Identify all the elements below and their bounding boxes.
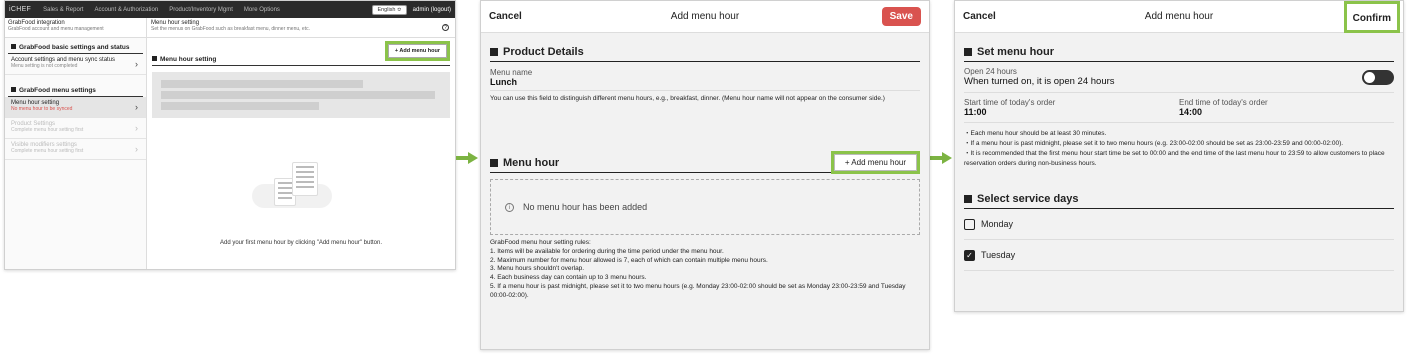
sidebar-item-menu-hour[interactable]: Menu hour setting No menu hour to be syn… [5,97,146,118]
checkbox-unchecked-icon[interactable] [964,218,975,230]
sidebar-item-product-settings[interactable]: Product Settings Complete menu hour sett… [5,118,146,139]
end-time-label: End time of today's order [1179,98,1268,107]
sidebar: GrabFood basic settings and status Accou… [5,38,147,269]
sidebar-item-status: No menu hour to be synced [11,106,73,112]
rule-item: 4. Each business day can contain up to 3… [490,274,647,282]
empty-menu-hour-box: i No menu hour has been added [490,179,920,235]
chevron-right-icon: › [135,102,138,112]
flow-arrow-icon [456,152,478,164]
user-logout-link[interactable]: admin (logout) [413,7,451,13]
product-details-section: Product Details Menu name Lunch You can … [490,46,920,103]
chevron-right-icon: › [135,59,138,69]
start-time-label: Start time of today's order [964,98,1056,107]
end-time-value[interactable]: 14:00 [1179,107,1394,117]
confirm-button[interactable]: Confirm [1343,1,1400,33]
info-icon: i [505,202,514,212]
add-menu-hour-label: + Add menu hour [387,44,447,58]
day-option-tuesday[interactable]: ✓ Tuesday [964,240,1394,272]
nav-account-authorization[interactable]: Account & Authorization [94,7,158,13]
checkbox-checked-icon[interactable]: ✓ [964,249,975,261]
sidebar-section-basic: GrabFood basic settings and status [8,44,143,54]
menu-name-note: You can use this field to distinguish di… [490,90,920,103]
start-time-field[interactable]: Start time of today's order 11:00 [964,98,1179,117]
empty-message: No menu hour has been added [523,202,648,212]
open-24-hours-row: Open 24 hours When turned on, it is open… [964,62,1394,93]
open-24-hours-toggle[interactable] [1362,69,1394,85]
day-option-monday[interactable]: Monday [964,209,1394,241]
add-menu-hour-form: Cancel Add menu hour Save Product Detail… [480,0,930,350]
sidebar-item-status: Menu setting is not completed [11,63,78,69]
page-subtitle: Set the menus on GrabFood such as breakf… [151,26,310,32]
tip-item: ・Each menu hour should be at least 30 mi… [964,130,1107,137]
set-menu-hour-section: Set menu hour Open 24 hours When turned … [964,46,1394,272]
tip-item: ・It is recommended that the first menu h… [964,150,1385,168]
chevron-right-icon: › [135,123,138,133]
chevron-right-icon: › [135,144,138,154]
menu-name-label: Menu name [490,68,533,77]
form-title: Add menu hour [670,11,740,22]
main-content: + Add menu hour Menu hour setting Add yo… [147,38,455,269]
rule-item: 3. Menu hours shouldn't overlap. [490,265,585,273]
empty-documents-illustration [252,156,332,216]
sidebar-section-menu: GrabFood menu settings [8,87,143,97]
tip-item: ・If a menu hour is past midnight, please… [964,140,1344,148]
nav-product-inventory[interactable]: Product/Inventory Mgmt [169,7,233,13]
nav-more-options[interactable]: More Options [244,7,280,13]
language-select[interactable]: English ≎ [372,4,407,15]
sidebar-item-status: Complete menu hour setting first [11,148,84,154]
end-time-field[interactable]: End time of today's order 14:00 [1179,98,1394,117]
brand-logo[interactable]: iCHEF [9,6,31,13]
flow-arrow-icon [930,152,952,164]
section-title: Menu hour setting [152,56,216,63]
add-menu-hour-button[interactable]: + Add menu hour [384,41,450,61]
sidebar-item-visible-modifiers[interactable]: Visible modifiers settings Complete menu… [5,139,146,160]
page-heading: Menu hour setting Set the menus on GrabF… [147,18,455,37]
menu-hour-tips: ・Each menu hour should be at least 30 mi… [964,129,1394,169]
menu-hour-rules: GrabFood menu hour setting rules: 1. Ite… [490,239,920,300]
rule-item: 2. Maximum number for menu hour allowed … [490,256,768,264]
rules-title: GrabFood menu hour setting rules: [490,239,591,246]
loading-placeholder [152,72,450,118]
sidebar-item-account-sync[interactable]: Account settings and menu sync status Me… [5,54,146,75]
open-24-label: Open 24 hours [964,67,1017,76]
cancel-button[interactable]: Cancel [489,11,522,22]
menu-hour-section: Menu hour + Add menu hour i No menu hour… [490,151,920,300]
save-button[interactable]: Save [881,7,921,26]
help-icon[interactable]: ? [442,24,449,31]
section-title: Set menu hour [964,46,1394,62]
menu-name-value[interactable]: Lunch [490,77,920,87]
order-time-row: Start time of today's order 11:00 End ti… [964,93,1394,123]
cancel-button[interactable]: Cancel [963,11,996,22]
sidebar-item-status: Complete menu hour setting first [11,127,84,133]
rule-item: 5. If a menu hour is past midnight, plea… [490,282,906,299]
add-menu-hour-label: + Add menu hour [833,154,917,171]
rule-item: 1. Items will be available for ordering … [490,247,724,255]
top-nav-bar: iCHEF Sales & Report Account & Authoriza… [5,1,455,18]
empty-state-text: Add your first menu hour by clicking "Ad… [219,240,382,246]
open-24-description: When turned on, it is open 24 hours [964,76,1115,87]
menu-name-field[interactable]: Menu name Lunch [490,68,920,87]
form-header: Cancel Add menu hour Confirm [955,1,1403,33]
confirm-label: Confirm [1352,12,1391,24]
section-title: Select service days [964,193,1394,210]
ichef-admin-panel: iCHEF Sales & Report Account & Authoriza… [4,0,456,270]
nav-sales-report[interactable]: Sales & Report [43,7,83,13]
day-label: Tuesday [981,250,1016,261]
set-menu-hour-form: Cancel Add menu hour Confirm Set menu ho… [954,0,1404,312]
integration-subtitle: GrabFood account and menu management [8,26,104,32]
start-time-value[interactable]: 11:00 [964,107,1179,117]
integration-heading: GrabFood integration GrabFood account an… [5,18,147,37]
form-title: Add menu hour [1144,11,1214,22]
section-title: Product Details [490,46,920,62]
sub-header: GrabFood integration GrabFood account an… [5,18,455,38]
form-header: Cancel Add menu hour Save [481,1,929,33]
day-label: Monday [981,219,1014,230]
add-menu-hour-button[interactable]: + Add menu hour [830,151,920,174]
